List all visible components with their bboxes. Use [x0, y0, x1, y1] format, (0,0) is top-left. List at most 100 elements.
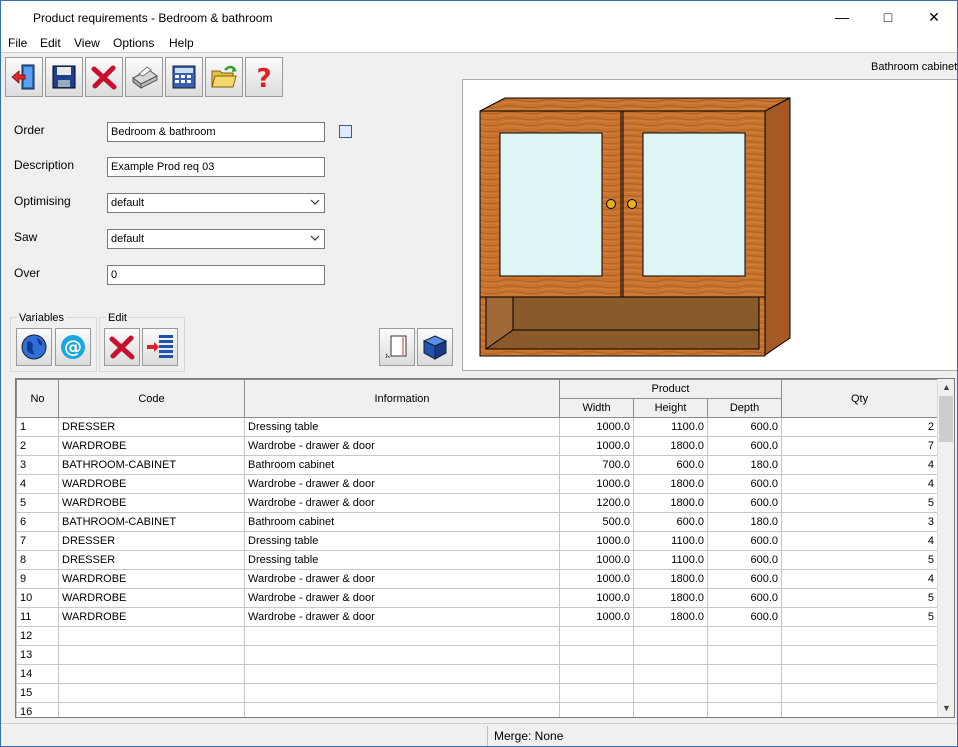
- cell-height[interactable]: 1100.0: [633, 531, 708, 551]
- cell-code[interactable]: WARDROBE: [58, 436, 245, 456]
- column-header-information[interactable]: Information: [244, 379, 560, 418]
- cell-no[interactable]: 7: [16, 531, 59, 551]
- table-row[interactable]: 4 WARDROBE Wardrobe - drawer & door 1000.0 1…: [16, 474, 939, 494]
- cell-qty[interactable]: 2: [781, 417, 939, 437]
- cell-width[interactable]: 1000.0: [559, 550, 634, 570]
- cell-no[interactable]: 4: [16, 474, 59, 494]
- cell-information[interactable]: Wardrobe - drawer & door: [244, 588, 560, 608]
- cell-no[interactable]: 3: [16, 455, 59, 475]
- cell-no[interactable]: 16: [16, 702, 59, 717]
- cell-code[interactable]: WARDROBE: [58, 607, 245, 627]
- cell-no[interactable]: 5: [16, 493, 59, 513]
- order-lookup-icon[interactable]: [339, 125, 352, 138]
- cell-no[interactable]: 15: [16, 683, 59, 703]
- cell-qty[interactable]: 4: [781, 531, 939, 551]
- menu-help[interactable]: Help: [169, 36, 194, 50]
- cell-width[interactable]: 700.0: [559, 455, 634, 475]
- table-row[interactable]: 15: [16, 683, 939, 703]
- optimising-select[interactable]: default: [107, 193, 325, 213]
- print-button[interactable]: [125, 57, 163, 97]
- cell-no[interactable]: 13: [16, 645, 59, 665]
- table-row[interactable]: 12: [16, 626, 939, 646]
- column-header-code[interactable]: Code: [58, 379, 245, 418]
- cell-depth[interactable]: [706, 626, 783, 646]
- table-row[interactable]: 8 DRESSER Dressing table 1000.0 1100.0 600.0 5: [16, 550, 939, 570]
- cell-no[interactable]: 6: [16, 512, 59, 532]
- cell-width[interactable]: [559, 664, 634, 684]
- menu-options[interactable]: Options: [113, 36, 154, 50]
- cell-qty[interactable]: [781, 702, 939, 717]
- cell-code[interactable]: DRESSER: [58, 531, 245, 551]
- table-row[interactable]: 2 WARDROBE Wardrobe - drawer & door 1000.0 1…: [16, 436, 939, 456]
- cell-depth[interactable]: 180.0: [706, 455, 783, 475]
- cell-qty[interactable]: 7: [781, 436, 939, 456]
- table-row[interactable]: 16: [16, 702, 939, 717]
- cell-qty[interactable]: [781, 664, 939, 684]
- cell-qty[interactable]: [781, 683, 939, 703]
- delete-row-button[interactable]: [104, 328, 140, 366]
- cell-height[interactable]: [633, 702, 708, 717]
- cell-height[interactable]: 1100.0: [633, 417, 708, 437]
- menu-view[interactable]: View: [74, 36, 100, 50]
- menu-edit[interactable]: Edit: [40, 36, 61, 50]
- open-folder-button[interactable]: [205, 57, 243, 97]
- cell-height[interactable]: 1800.0: [633, 569, 708, 589]
- cell-no[interactable]: 1: [16, 417, 59, 437]
- menu-file[interactable]: File: [8, 36, 27, 50]
- cell-code[interactable]: [58, 626, 245, 646]
- cell-height[interactable]: 1100.0: [633, 550, 708, 570]
- cell-information[interactable]: Dressing table: [244, 417, 560, 437]
- cell-code[interactable]: [58, 702, 245, 717]
- cell-code[interactable]: WARDROBE: [58, 493, 245, 513]
- save-button[interactable]: [45, 57, 83, 97]
- cell-information[interactable]: [244, 645, 560, 665]
- cell-depth[interactable]: [706, 645, 783, 665]
- cell-height[interactable]: 600.0: [633, 455, 708, 475]
- column-header-width[interactable]: Width: [559, 398, 634, 418]
- delete-button[interactable]: [85, 57, 123, 97]
- cell-code[interactable]: WARDROBE: [58, 588, 245, 608]
- cell-width[interactable]: 1200.0: [559, 493, 634, 513]
- cell-height[interactable]: [633, 626, 708, 646]
- cell-height[interactable]: 600.0: [633, 512, 708, 532]
- over-field[interactable]: 0: [107, 265, 325, 285]
- cell-width[interactable]: [559, 702, 634, 717]
- exit-button[interactable]: [5, 57, 43, 97]
- cell-height[interactable]: [633, 664, 708, 684]
- scroll-up-icon[interactable]: ▲: [938, 379, 954, 396]
- cell-code[interactable]: WARDROBE: [58, 474, 245, 494]
- cell-information[interactable]: [244, 664, 560, 684]
- cell-information[interactable]: Bathroom cabinet: [244, 455, 560, 475]
- table-row[interactable]: 11 WARDROBE Wardrobe - drawer & door 1000.0…: [16, 607, 939, 627]
- cell-width[interactable]: 500.0: [559, 512, 634, 532]
- description-field[interactable]: Example Prod req 03: [107, 157, 325, 177]
- cell-width[interactable]: [559, 683, 634, 703]
- maximize-button[interactable]: □: [865, 1, 911, 33]
- cell-qty[interactable]: 4: [781, 569, 939, 589]
- table-row[interactable]: 14: [16, 664, 939, 684]
- scrollbar-thumb[interactable]: [939, 396, 953, 442]
- cell-width[interactable]: 1000.0: [559, 588, 634, 608]
- table-row[interactable]: 1 DRESSER Dressing table 1000.0 1100.0 600.0 2: [16, 417, 939, 437]
- global-variables-button[interactable]: [16, 328, 52, 366]
- cell-no[interactable]: 10: [16, 588, 59, 608]
- table-row[interactable]: 9 WARDROBE Wardrobe - drawer & door 1000.0 1…: [16, 569, 939, 589]
- cell-qty[interactable]: 5: [781, 607, 939, 627]
- cell-width[interactable]: 1000.0: [559, 569, 634, 589]
- table-row[interactable]: 10 WARDROBE Wardrobe - drawer & door 1000.0…: [16, 588, 939, 608]
- cell-depth[interactable]: 600.0: [706, 569, 783, 589]
- cell-no[interactable]: 9: [16, 569, 59, 589]
- cell-width[interactable]: [559, 645, 634, 665]
- cell-information[interactable]: Bathroom cabinet: [244, 512, 560, 532]
- cell-depth[interactable]: 600.0: [706, 436, 783, 456]
- cell-width[interactable]: 1000.0: [559, 436, 634, 456]
- cell-height[interactable]: 1800.0: [633, 436, 708, 456]
- cell-height[interactable]: [633, 683, 708, 703]
- cell-no[interactable]: 2: [16, 436, 59, 456]
- new-page-button[interactable]: [379, 328, 415, 366]
- cell-height[interactable]: 1800.0: [633, 588, 708, 608]
- cell-no[interactable]: 8: [16, 550, 59, 570]
- cell-qty[interactable]: 4: [781, 455, 939, 475]
- cell-depth[interactable]: [706, 664, 783, 684]
- cell-height[interactable]: 1800.0: [633, 493, 708, 513]
